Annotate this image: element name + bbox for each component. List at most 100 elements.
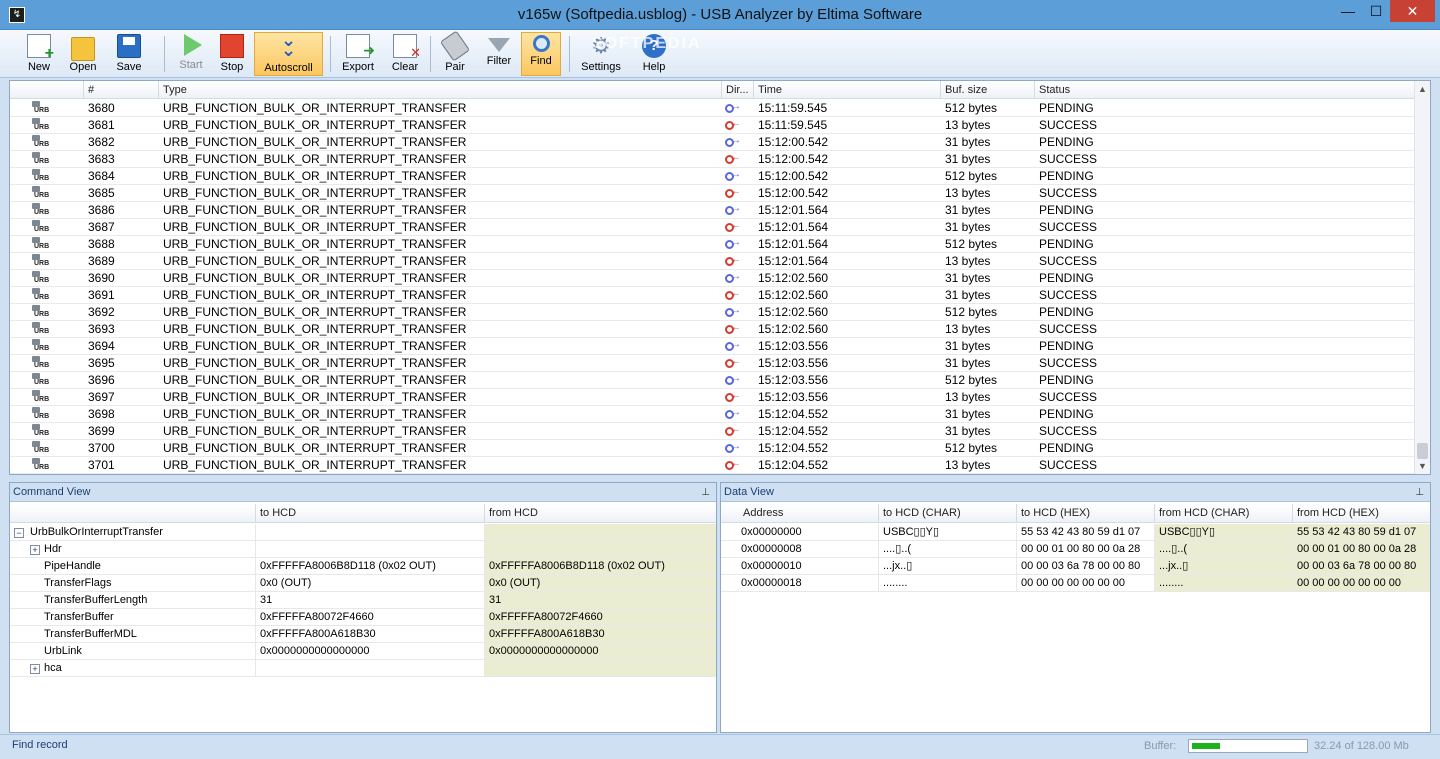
- cell-status: PENDING: [1039, 203, 1094, 217]
- urb-label: URB: [34, 294, 50, 301]
- column-header-to-hcd-hex[interactable]: to HCD (HEX): [1017, 504, 1155, 523]
- table-row[interactable]: URB 3696 URB_FUNCTION_BULK_OR_INTERRUPT_TR…: [10, 372, 1415, 389]
- cell-status: SUCCESS: [1039, 390, 1098, 404]
- table-row[interactable]: URB 3686 URB_FUNCTION_BULK_OR_INTERRUPT_TR…: [10, 202, 1415, 219]
- cell-buf-size: 31 bytes: [945, 339, 991, 353]
- tree-row[interactable]: TransferBufferMDL 0xFFFFFA800A618B30 0xFFF…: [10, 626, 716, 643]
- cell-time: 15:12:00.542: [758, 152, 829, 166]
- close-button[interactable]: ✕: [1390, 0, 1435, 22]
- table-row[interactable]: URB 3690 URB_FUNCTION_BULK_OR_INTERRUPT_TR…: [10, 270, 1415, 287]
- column-header-direction[interactable]: Dir...: [722, 81, 754, 99]
- floppy-icon: [117, 34, 141, 58]
- table-row[interactable]: URB 3692 URB_FUNCTION_BULK_OR_INTERRUPT_TR…: [10, 304, 1415, 321]
- table-row[interactable]: URB 3689 URB_FUNCTION_BULK_OR_INTERRUPT_TR…: [10, 253, 1415, 270]
- table-row[interactable]: URB 3681 URB_FUNCTION_BULK_OR_INTERRUPT_TR…: [10, 117, 1415, 134]
- column-header-address[interactable]: Address: [737, 504, 879, 523]
- cell-number: 3686: [88, 203, 115, 217]
- cell-status: PENDING: [1039, 441, 1094, 455]
- tree-row[interactable]: TransferBufferLength 31 31: [10, 592, 716, 609]
- cell-from-hcd: 0xFFFFFA800A618B30: [485, 626, 716, 642]
- tree-row[interactable]: TransferFlags 0x0 (OUT) 0x0 (OUT): [10, 575, 716, 592]
- table-row[interactable]: URB 3700 URB_FUNCTION_BULK_OR_INTERRUPT_TR…: [10, 440, 1415, 457]
- table-row[interactable]: URB 3701 URB_FUNCTION_BULK_OR_INTERRUPT_TR…: [10, 457, 1415, 474]
- tree-row[interactable]: + Hdr: [10, 541, 716, 558]
- magnifier-icon: [532, 35, 550, 52]
- column-header-from-hcd-char[interactable]: from HCD (CHAR): [1155, 504, 1293, 523]
- pin-icon[interactable]: ⊥: [1415, 483, 1424, 502]
- column-header-type[interactable]: Type: [159, 81, 722, 99]
- new-button[interactable]: New: [22, 32, 56, 76]
- new-file-icon: [27, 34, 54, 63]
- urb-icon: URB: [30, 118, 50, 132]
- cell-from-hcd-char: ........: [1155, 575, 1293, 591]
- cell-address: 0x00000018: [737, 575, 879, 591]
- table-row[interactable]: URB 3697 URB_FUNCTION_BULK_OR_INTERRUPT_TR…: [10, 389, 1415, 406]
- table-row[interactable]: URB 3691 URB_FUNCTION_BULK_OR_INTERRUPT_TR…: [10, 287, 1415, 304]
- scroll-down-icon[interactable]: ▼: [1415, 458, 1430, 474]
- column-header-from-hcd-hex[interactable]: from HCD (HEX): [1293, 504, 1430, 523]
- column-header-from-hcd[interactable]: from HCD: [485, 504, 716, 523]
- cell-buf-size: 13 bytes: [945, 254, 991, 268]
- direction-out-icon: →: [725, 203, 741, 216]
- find-button[interactable]: Find: [521, 32, 561, 76]
- start-button[interactable]: Start: [172, 32, 210, 76]
- table-row[interactable]: URB 3680 URB_FUNCTION_BULK_OR_INTERRUPT_TR…: [10, 100, 1415, 117]
- column-header-to-hcd-char[interactable]: to HCD (CHAR): [879, 504, 1017, 523]
- stop-button[interactable]: Stop: [213, 32, 251, 76]
- cell-status: SUCCESS: [1039, 118, 1098, 132]
- table-row[interactable]: URB 3693 URB_FUNCTION_BULK_OR_INTERRUPT_TR…: [10, 321, 1415, 338]
- column-header-buf-size[interactable]: Buf. size: [941, 81, 1035, 99]
- table-row[interactable]: 0x00000000 USBC▯▯Y▯ 55 53 42 43 80 59 d1 0…: [721, 524, 1430, 541]
- column-header-number[interactable]: #: [84, 81, 159, 99]
- tree-row[interactable]: − UrbBulkOrInterruptTransfer: [10, 524, 716, 541]
- cell-status: SUCCESS: [1039, 186, 1098, 200]
- autoscroll-button-label: Autoscroll: [264, 62, 313, 74]
- table-row[interactable]: URB 3687 URB_FUNCTION_BULK_OR_INTERRUPT_TR…: [10, 219, 1415, 236]
- autoscroll-button[interactable]: ⌄ ⌄ Autoscroll: [254, 31, 323, 76]
- tree-row[interactable]: TransferBuffer 0xFFFFFA80072F4660 0xFFFFFA…: [10, 609, 716, 626]
- table-row[interactable]: 0x00000010 ...jx..▯ 00 00 03 6a 78 00 00 8…: [721, 558, 1430, 575]
- scroll-up-icon[interactable]: ▲: [1415, 81, 1430, 97]
- export-icon: [346, 34, 375, 59]
- table-row[interactable]: URB 3695 URB_FUNCTION_BULK_OR_INTERRUPT_TR…: [10, 355, 1415, 372]
- pair-button[interactable]: Pair: [437, 30, 473, 76]
- toolbar-separator: [569, 36, 570, 72]
- column-header-to-hcd[interactable]: to HCD: [256, 504, 485, 523]
- urb-label: URB: [34, 362, 50, 369]
- filter-button[interactable]: Filter: [480, 32, 518, 76]
- table-row[interactable]: URB 3699 URB_FUNCTION_BULK_OR_INTERRUPT_TR…: [10, 423, 1415, 440]
- table-row[interactable]: URB 3685 URB_FUNCTION_BULK_OR_INTERRUPT_TR…: [10, 185, 1415, 202]
- maximize-button[interactable]: ☐: [1362, 0, 1390, 22]
- packet-list-scrollbar[interactable]: ▲ ▼: [1414, 81, 1430, 474]
- table-row[interactable]: URB 3688 URB_FUNCTION_BULK_OR_INTERRUPT_TR…: [10, 236, 1415, 253]
- column-header-status[interactable]: Status: [1035, 81, 1415, 99]
- save-button[interactable]: Save: [110, 32, 148, 76]
- column-header-icon[interactable]: [10, 81, 84, 99]
- table-row[interactable]: URB 3684 URB_FUNCTION_BULK_OR_INTERRUPT_TR…: [10, 168, 1415, 185]
- stop-icon: [220, 34, 244, 58]
- minimize-button[interactable]: —: [1334, 0, 1362, 22]
- packet-list[interactable]: # Type Dir... Time Buf. size Status URB 3…: [9, 80, 1431, 475]
- urb-label: URB: [34, 209, 50, 216]
- table-row[interactable]: URB 3698 URB_FUNCTION_BULK_OR_INTERRUPT_TR…: [10, 406, 1415, 423]
- find-button-label: Find: [530, 55, 552, 67]
- scrollbar-thumb[interactable]: [1417, 443, 1428, 459]
- column-header-time[interactable]: Time: [754, 81, 941, 99]
- table-row[interactable]: URB 3694 URB_FUNCTION_BULK_OR_INTERRUPT_TR…: [10, 338, 1415, 355]
- table-row[interactable]: 0x00000018........ 00 00 00 00 00 00 00..…: [721, 575, 1430, 592]
- funnel-icon: [488, 38, 510, 52]
- export-button[interactable]: Export: [337, 32, 379, 76]
- pin-icon[interactable]: ⊥: [701, 483, 710, 502]
- column-header-field[interactable]: [10, 504, 256, 523]
- tree-row[interactable]: UrbLink 0x0000000000000000 0x0000000000000…: [10, 643, 716, 660]
- table-row[interactable]: URB 3683 URB_FUNCTION_BULK_OR_INTERRUPT_TR…: [10, 151, 1415, 168]
- cell-buf-size: 31 bytes: [945, 203, 991, 217]
- urb-icon: URB: [30, 458, 50, 472]
- status-text: Find record: [12, 739, 68, 751]
- open-button[interactable]: Open: [64, 32, 102, 76]
- table-row[interactable]: URB 3682 URB_FUNCTION_BULK_OR_INTERRUPT_TR…: [10, 134, 1415, 151]
- tree-row[interactable]: + hca: [10, 660, 716, 677]
- tree-row[interactable]: PipeHandle 0xFFFFFA8006B8D118 (0x02 OUT) 0…: [10, 558, 716, 575]
- clear-button[interactable]: Clear: [386, 32, 424, 76]
- table-row[interactable]: 0x00000008 ....▯..(00 00 01 00 80 00 0a 2…: [721, 541, 1430, 558]
